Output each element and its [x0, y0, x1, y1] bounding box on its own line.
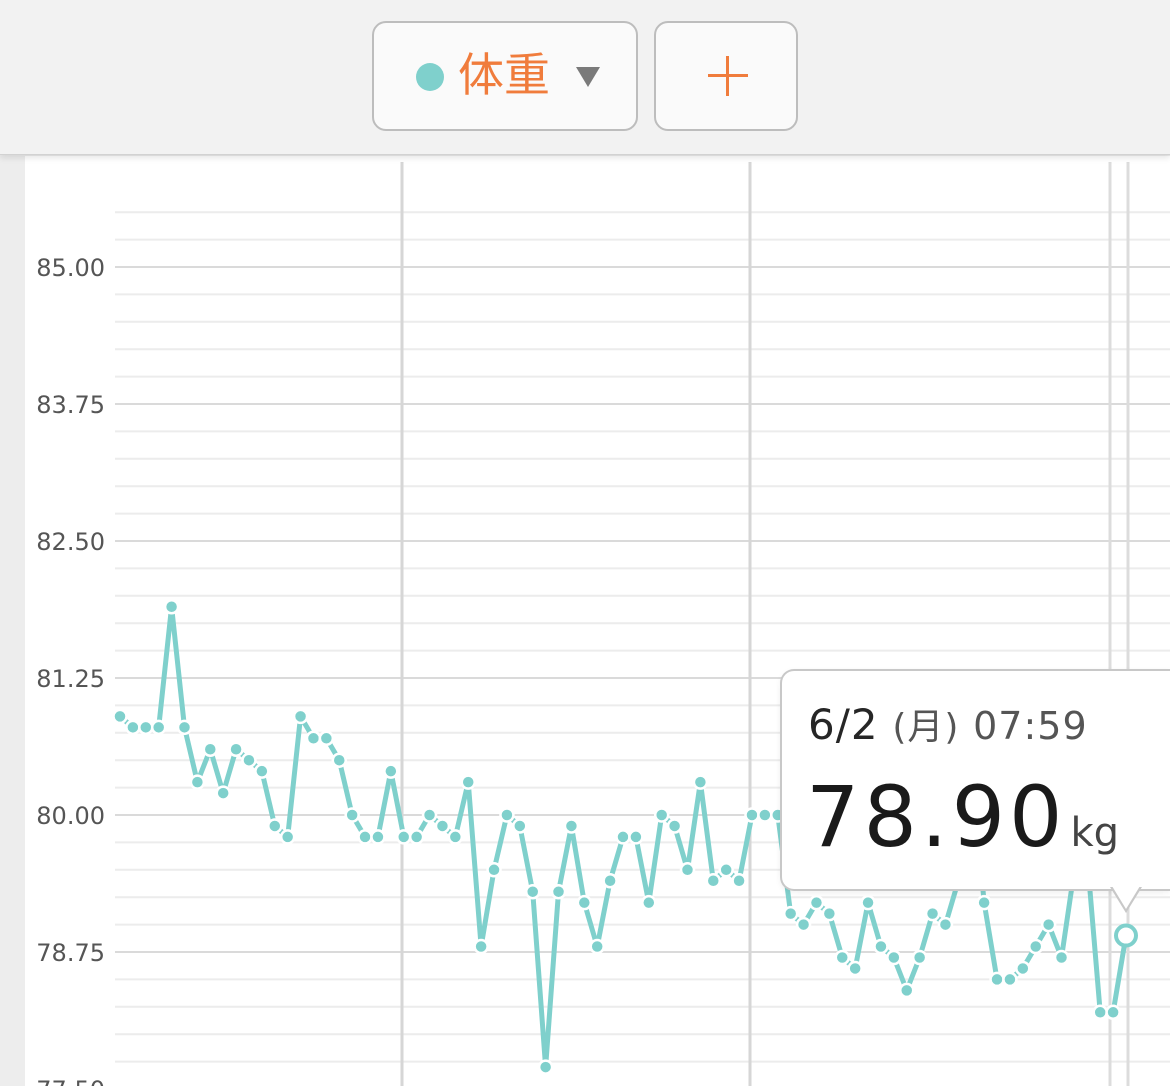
data-point — [937, 916, 954, 933]
data-point — [847, 960, 863, 977]
data-point — [524, 883, 541, 900]
data-point — [679, 862, 696, 878]
data-point — [589, 938, 605, 955]
data-point — [602, 873, 618, 889]
data-point — [228, 741, 244, 757]
data-point — [1027, 938, 1044, 955]
y-tick-label: 82.50 — [36, 528, 105, 556]
data-point — [241, 752, 257, 768]
data-point — [1105, 1004, 1121, 1021]
data-point — [163, 599, 180, 615]
data-point — [782, 905, 799, 922]
data-point — [434, 818, 451, 834]
data-point — [1002, 971, 1018, 988]
data-point — [976, 894, 992, 911]
data-point — [834, 949, 851, 966]
y-tick-label: 78.75 — [36, 939, 105, 967]
data-point — [873, 938, 889, 955]
data-point — [512, 818, 528, 834]
metric-label: 体重 — [458, 48, 550, 102]
data-point-tooltip: 6/2 (月) 07:59 78.90 kg — [780, 669, 1170, 891]
data-point — [486, 862, 502, 878]
data-point — [911, 949, 928, 966]
data-point — [279, 829, 296, 845]
plus-icon — [708, 56, 748, 96]
data-point — [1015, 960, 1031, 977]
data-point — [292, 708, 309, 725]
tooltip-value: 78.90 kg — [806, 767, 1119, 867]
data-point — [254, 763, 270, 779]
data-point — [499, 807, 515, 823]
data-point — [138, 719, 154, 736]
top-toolbar: 体重 — [0, 0, 1170, 155]
data-point — [744, 807, 760, 823]
data-point — [653, 807, 670, 823]
data-point — [460, 774, 476, 790]
data-point — [215, 785, 231, 801]
tooltip-value-number: 78.90 — [806, 768, 1067, 866]
y-tick-label: 80.00 — [36, 802, 105, 830]
data-point — [202, 741, 219, 757]
caret-down-icon — [576, 67, 600, 87]
tooltip-arrow-fill — [1112, 886, 1140, 909]
data-point — [473, 938, 489, 955]
data-point — [305, 730, 322, 747]
data-point — [408, 829, 425, 845]
tooltip-time: 07:59 — [973, 704, 1088, 748]
data-point — [421, 807, 438, 823]
selected-data-point — [1114, 923, 1138, 948]
data-point — [176, 719, 193, 736]
data-point — [395, 829, 412, 845]
data-point — [447, 829, 464, 845]
data-point — [641, 894, 657, 911]
data-point — [886, 949, 902, 966]
data-point — [267, 818, 283, 834]
data-point — [705, 873, 722, 889]
data-point — [808, 894, 825, 911]
data-point — [1053, 949, 1070, 966]
metric-color-dot — [416, 63, 444, 91]
data-point — [189, 774, 206, 790]
data-point — [1040, 916, 1057, 933]
data-point — [924, 905, 941, 922]
y-tick-label: 83.75 — [36, 391, 105, 419]
data-point — [898, 982, 915, 999]
y-tick-label: 81.25 — [36, 665, 105, 693]
chart-panel: 77.50 78.75 80.00 81.25 82.50 83.75 85.00 — [25, 156, 1170, 1086]
y-tick-label: 85.00 — [36, 254, 105, 282]
add-record-button[interactable] — [654, 21, 798, 131]
metric-selector-button[interactable]: 体重 — [372, 21, 638, 131]
y-tick-label: 77.50 — [36, 1076, 105, 1086]
data-point — [563, 818, 580, 834]
data-point — [821, 905, 838, 922]
data-point — [150, 719, 167, 736]
tooltip-value-unit: kg — [1070, 810, 1120, 856]
data-point — [615, 829, 631, 845]
data-point — [344, 807, 360, 823]
data-point — [1092, 1004, 1108, 1021]
data-point — [666, 818, 683, 834]
data-point — [383, 763, 399, 779]
data-point — [112, 708, 128, 725]
data-point — [550, 883, 567, 900]
data-point — [795, 916, 812, 933]
data-point — [357, 829, 373, 845]
tooltip-datetime: 6/2 (月) 07:59 — [808, 699, 1088, 754]
data-point — [370, 829, 386, 845]
data-point — [125, 719, 141, 736]
tooltip-weekday: (月) — [892, 707, 960, 748]
data-point — [718, 862, 734, 878]
weight-line-chart[interactable]: 77.50 78.75 80.00 81.25 82.50 83.75 85.00 — [25, 156, 1170, 1086]
data-point — [318, 730, 335, 747]
data-point — [757, 807, 773, 823]
tooltip-date: 6/2 — [808, 700, 879, 749]
data-point — [989, 971, 1005, 988]
data-point — [537, 1059, 554, 1075]
data-point — [692, 774, 709, 790]
data-point — [628, 829, 644, 845]
data-point — [731, 873, 747, 889]
data-point — [331, 752, 348, 768]
data-point — [860, 894, 876, 911]
data-point — [576, 894, 593, 911]
